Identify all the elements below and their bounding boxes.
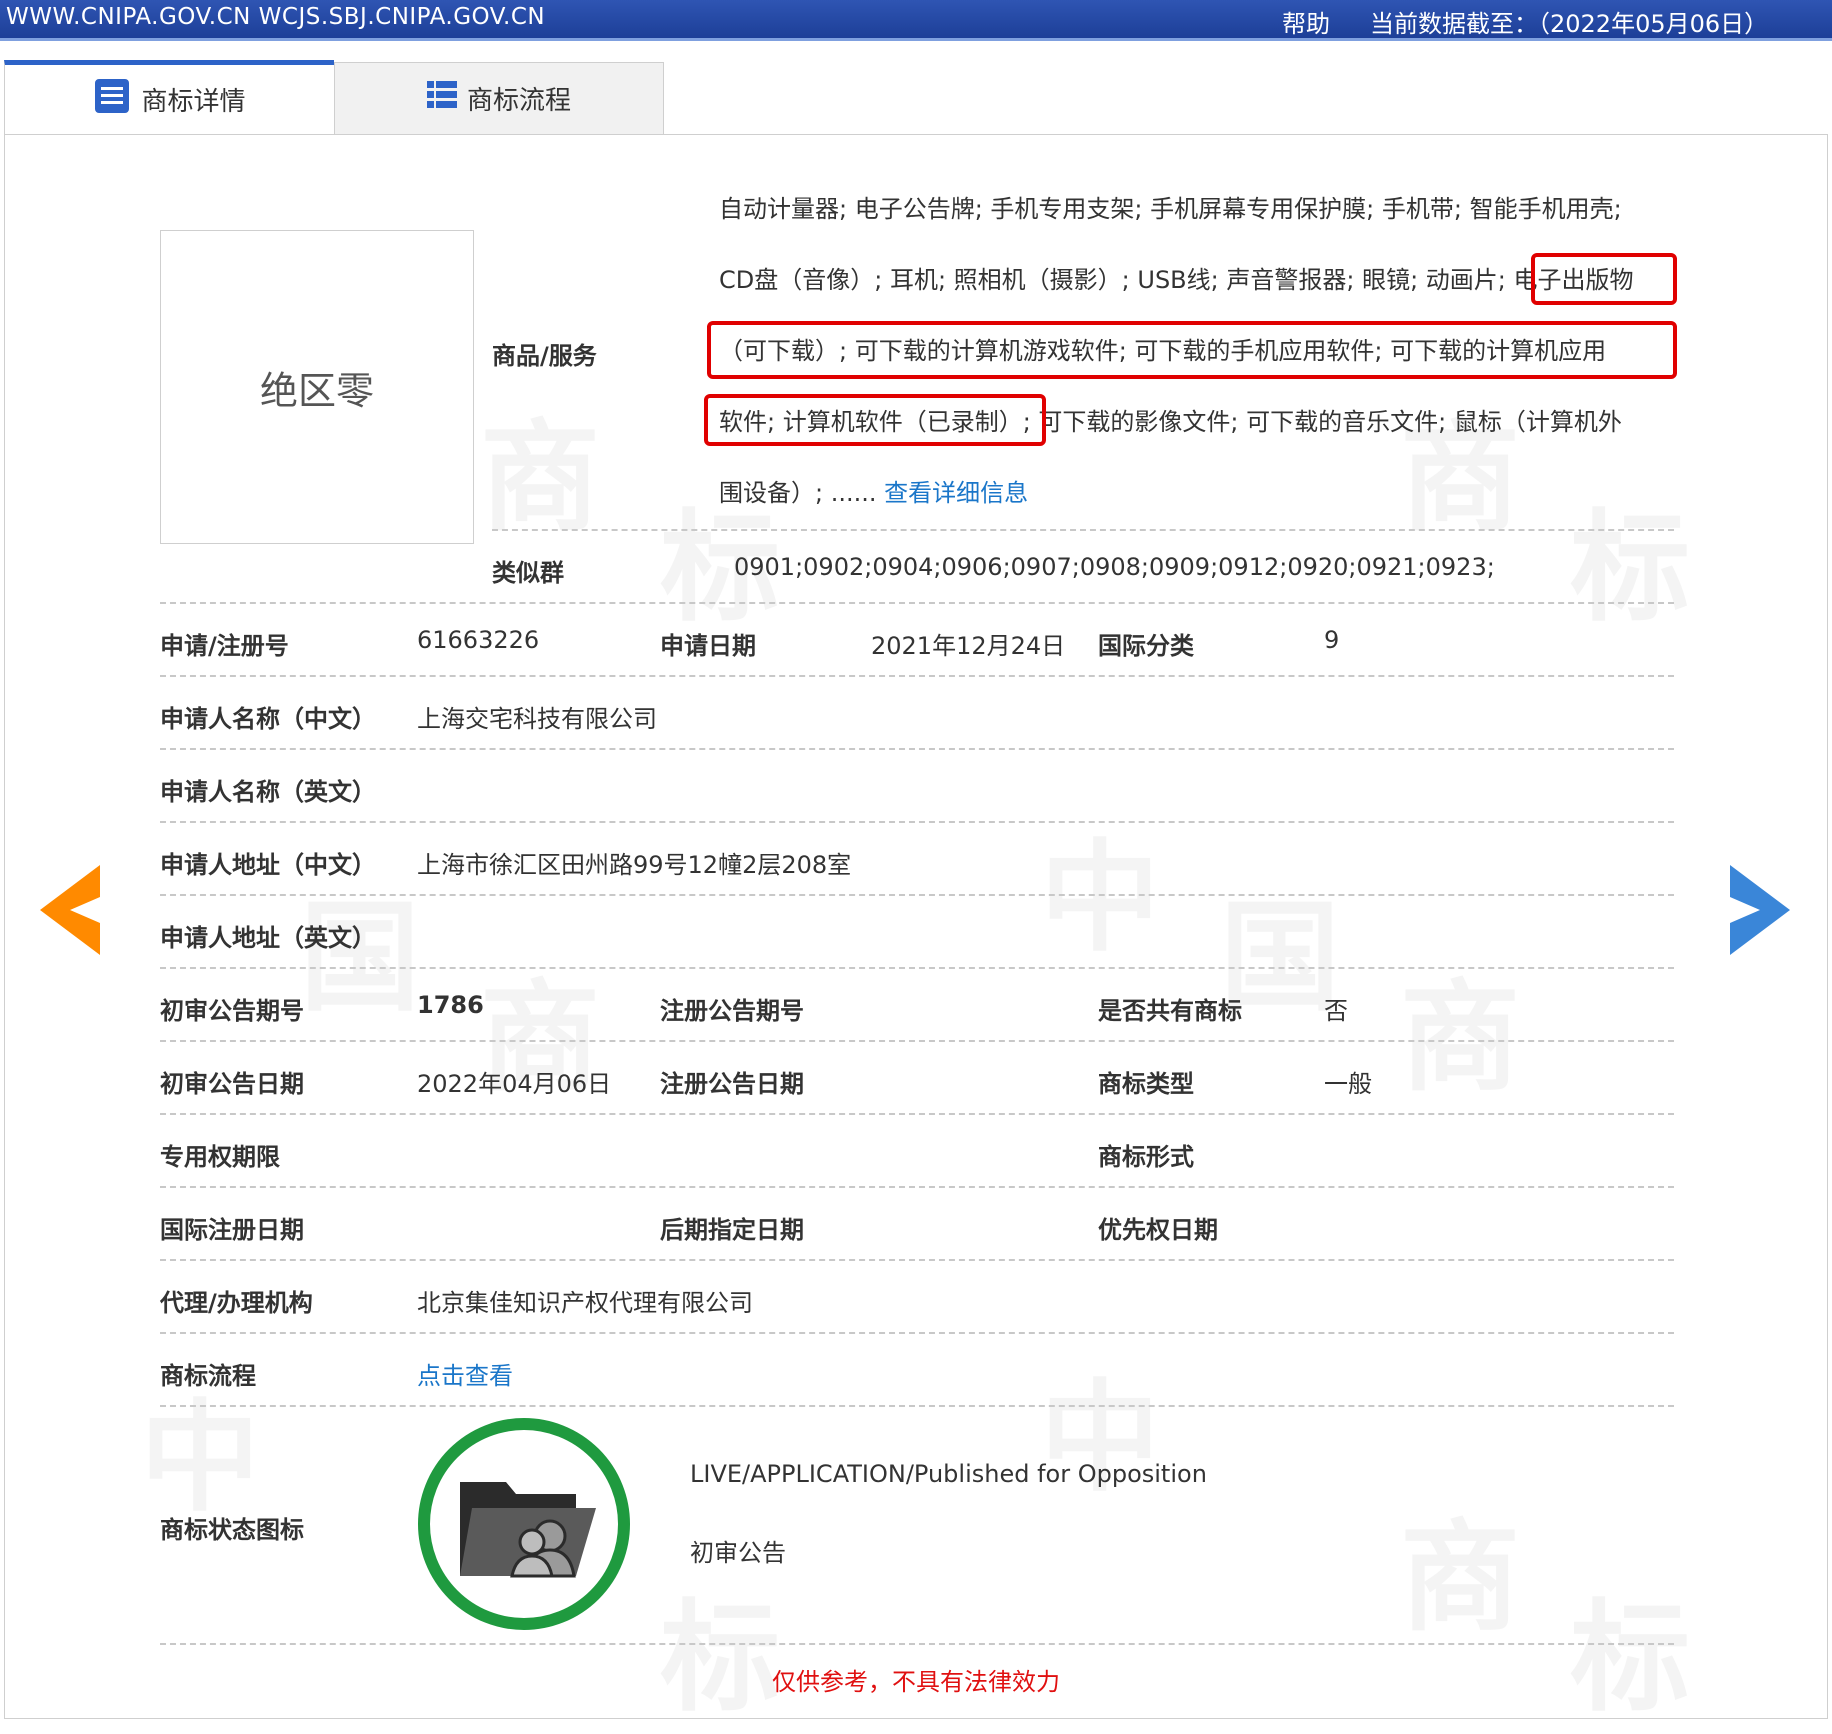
list-icon: [426, 81, 457, 116]
divider: [160, 1113, 1674, 1115]
tab-trademark-details[interactable]: 商标详情: [4, 60, 334, 134]
intl-class-label: 国际分类: [1098, 632, 1194, 660]
app-date-value: 2021年12月24日: [871, 632, 1066, 660]
intl-reg-date-label: 国际注册日期: [160, 1216, 304, 1244]
tm-form-label: 商标形式: [1098, 1143, 1194, 1171]
similar-group-label: 类似群: [492, 559, 564, 587]
trademark-image: 绝区零: [160, 230, 474, 544]
tab-label: 商标详情: [141, 87, 246, 117]
later-date-label: 后期指定日期: [660, 1216, 804, 1244]
view-details-link[interactable]: 查看详细信息: [884, 479, 1028, 507]
reg-issue-label: 注册公告期号: [660, 997, 804, 1025]
site-url: WWW.CNIPA.GOV.CN WCJS.SBJ.CNIPA.GOV.CN: [6, 4, 546, 30]
divider: [160, 675, 1674, 677]
goods-line-text: 围设备）; ......: [719, 479, 877, 507]
similar-group-value: 0901;0902;0904;0906;0907;0908;0909;0912;…: [734, 553, 1495, 581]
data-date: 当前数据截至：（2022年05月06日）: [1370, 10, 1769, 38]
status-icon-label: 商标状态图标: [160, 1516, 304, 1544]
address-cn-label: 申请人地址（中文）: [160, 851, 376, 879]
divider: [160, 1332, 1674, 1334]
address-cn-value: 上海市徐汇区田州路99号12幢2层208室: [417, 851, 852, 879]
view-process-link[interactable]: 点击查看: [417, 1356, 513, 1391]
tab-label: 商标流程: [466, 86, 571, 116]
process-label: 商标流程: [160, 1362, 256, 1390]
highlight-box: [707, 321, 1677, 379]
prelim-date-label: 初审公告日期: [160, 1070, 304, 1098]
app-date-label: 申请日期: [660, 632, 756, 660]
shared-value: 否: [1324, 997, 1348, 1025]
divider: [160, 821, 1674, 823]
shared-label: 是否共有商标: [1098, 997, 1242, 1025]
prelim-date-value: 2022年04月06日: [417, 1070, 612, 1098]
agent-value: 北京集佳知识产权代理有限公司: [417, 1289, 753, 1317]
divider: [160, 967, 1674, 969]
disclaimer: 仅供参考，不具有法律效力: [772, 1668, 1060, 1696]
priority-date-label: 优先权日期: [1098, 1216, 1218, 1244]
divider: [492, 529, 1674, 531]
reg-no-value: 61663226: [417, 626, 540, 654]
agent-label: 代理/办理机构: [160, 1289, 313, 1317]
divider: [160, 748, 1674, 750]
tab-trademark-process[interactable]: 商标流程: [334, 62, 664, 134]
status-cn: 初审公告: [690, 1539, 786, 1567]
help-link[interactable]: 帮助: [1282, 4, 1330, 39]
goods-line-last: 围设备）; ...... 查看详细信息: [719, 464, 1679, 535]
highlight-box: [704, 394, 1046, 446]
divider: [160, 1405, 1674, 1407]
document-list-icon: [93, 77, 131, 122]
reg-no-label: 申请/注册号: [160, 632, 289, 660]
divider: [160, 1186, 1674, 1188]
reg-date-label: 注册公告日期: [660, 1070, 804, 1098]
next-arrow-icon[interactable]: [1730, 865, 1790, 959]
highlight-box: [1531, 253, 1677, 305]
address-en-label: 申请人地址（英文）: [160, 924, 376, 952]
applicant-en-label: 申请人名称（英文）: [160, 778, 376, 806]
folder-users-icon: [460, 1482, 596, 1578]
top-bar: WWW.CNIPA.GOV.CN WCJS.SBJ.CNIPA.GOV.CN 帮…: [0, 0, 1832, 41]
trademark-image-text: 绝区零: [259, 368, 374, 413]
goods-line: 自动计量器; 电子公告牌; 手机专用支架; 手机屏幕专用保护膜; 手机带; 智能…: [719, 195, 1622, 223]
intl-class-value: 9: [1324, 626, 1340, 654]
divider: [160, 1040, 1674, 1042]
divider: [160, 602, 1674, 604]
goods-label: 商品/服务: [492, 342, 597, 370]
applicant-cn-label: 申请人名称（中文）: [160, 705, 376, 733]
divider: [160, 1643, 1674, 1645]
divider: [160, 894, 1674, 896]
status-en: LIVE/APPLICATION/Published for Oppositio…: [690, 1460, 1207, 1488]
tm-type-label: 商标类型: [1098, 1070, 1194, 1098]
divider: [160, 1259, 1674, 1261]
tm-type-value: 一般: [1324, 1070, 1372, 1098]
exclusive-period-label: 专用权期限: [160, 1143, 280, 1171]
status-circle: [418, 1418, 630, 1630]
previous-arrow-icon[interactable]: [40, 865, 100, 959]
prelim-issue-label: 初审公告期号: [160, 997, 304, 1025]
prelim-issue-value: 1786: [417, 991, 484, 1019]
applicant-cn-value: 上海交宅科技有限公司: [417, 705, 657, 733]
